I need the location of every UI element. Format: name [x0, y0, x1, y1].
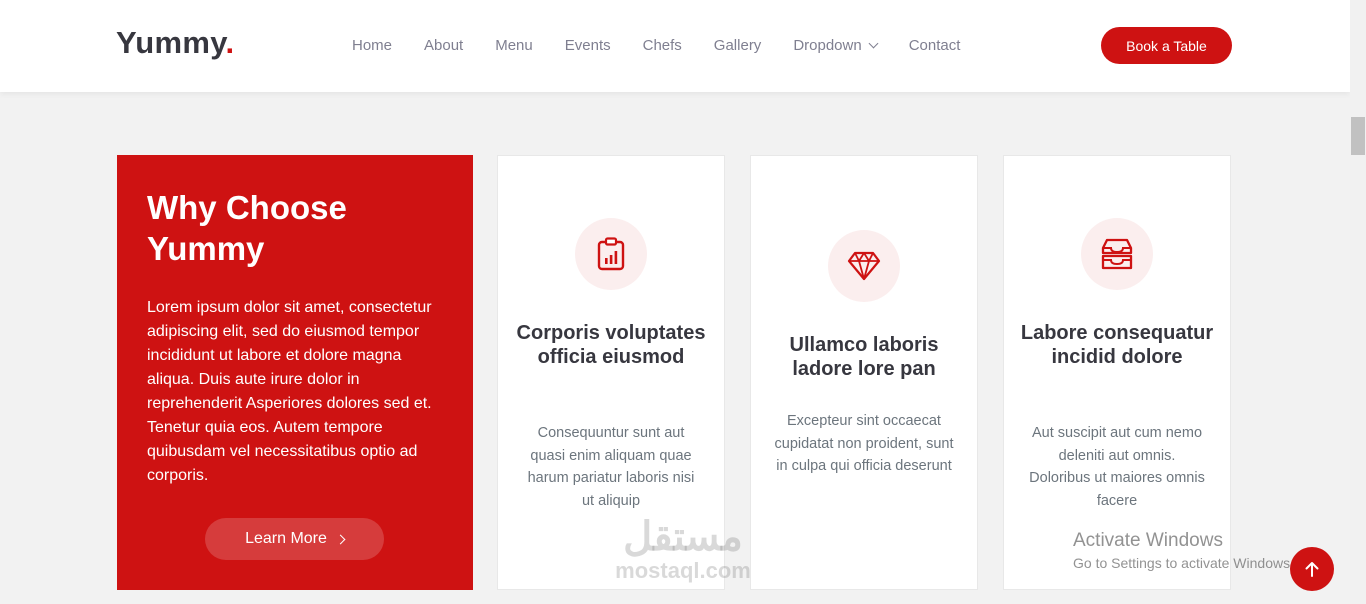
- learn-more-label: Learn More: [245, 530, 327, 547]
- nav-about[interactable]: About: [408, 37, 479, 54]
- card-text: Aut suscipit aut cum nemo deleniti aut o…: [1029, 425, 1205, 509]
- why-title: Why Choose Yummy: [147, 189, 347, 267]
- logo-dot: .: [225, 25, 235, 60]
- watermark: مستقل mostaql.com: [602, 515, 764, 583]
- book-table-button[interactable]: Book a Table: [1101, 27, 1232, 64]
- activation-title: Activate Windows: [1073, 530, 1223, 551]
- nav-events[interactable]: Events: [549, 37, 627, 54]
- nav-home[interactable]: Home: [336, 37, 408, 54]
- why-choose-box: Why Choose Yummy Lorem ipsum dolor sit a…: [117, 155, 473, 590]
- watermark-arabic: مستقل: [623, 515, 743, 559]
- logo-text: Yummy: [116, 25, 226, 60]
- card-text: Excepteur sint occaecat cupidatat non pr…: [774, 413, 954, 474]
- site-header: Yummy. Home About Menu Events Chefs Gall…: [0, 0, 1350, 92]
- chevron-down-icon: [868, 38, 879, 48]
- card-title: Labore consequatur incidid dolore: [1020, 322, 1214, 368]
- nav-chefs[interactable]: Chefs: [627, 37, 698, 54]
- scrollbar-track[interactable]: [1350, 0, 1366, 604]
- activation-subtitle: Go to Settings to activate Windows.: [1073, 555, 1294, 571]
- watermark-latin: mostaql.com: [615, 558, 751, 583]
- clipboard-data-icon: [575, 218, 647, 290]
- chevron-right-icon: [335, 534, 346, 544]
- card-title: Ullamco laboris ladore lore pan: [789, 334, 939, 380]
- nav-dropdown[interactable]: Dropdown: [777, 37, 892, 54]
- gem-icon: [828, 230, 900, 302]
- feature-card-3: Labore consequatur incidid dolore Aut su…: [1003, 155, 1231, 590]
- nav-contact[interactable]: Contact: [893, 37, 977, 54]
- why-text: Lorem ipsum dolor sit amet, consectetur …: [147, 299, 432, 484]
- scrollbar-thumb[interactable]: [1351, 117, 1365, 155]
- logo[interactable]: Yummy.: [116, 25, 234, 61]
- nav-dropdown-label: Dropdown: [793, 36, 862, 54]
- nav-gallery[interactable]: Gallery: [698, 37, 778, 54]
- arrow-up-icon: [1305, 562, 1319, 577]
- card-title: Corporis voluptates officia eiusmod: [516, 322, 706, 368]
- card-text: Consequuntur sunt aut quasi enim aliquam…: [527, 425, 695, 509]
- feature-card-2: Ullamco laboris ladore lore pan Excepteu…: [750, 155, 978, 590]
- windows-activation-notice: Activate Windows Go to Settings to activ…: [1073, 529, 1294, 573]
- nav-menu[interactable]: Menu: [479, 37, 549, 54]
- scroll-top-button[interactable]: [1290, 547, 1334, 591]
- inboxes-icon: [1081, 218, 1153, 290]
- main-nav: Home About Menu Events Chefs Gallery Dro…: [336, 0, 976, 90]
- learn-more-button[interactable]: Learn More: [205, 518, 384, 560]
